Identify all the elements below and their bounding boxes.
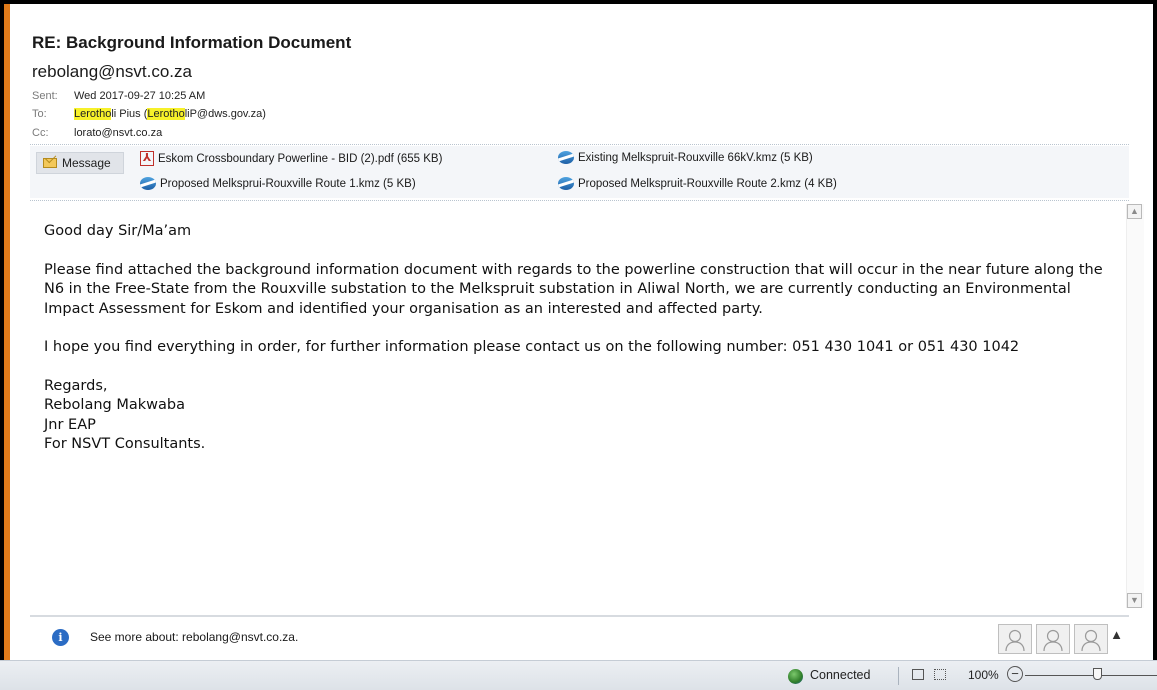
- email-reading-pane: RE: Background Information Document rebo…: [0, 0, 1157, 664]
- person-avatar[interactable]: [1074, 624, 1108, 654]
- attachment-item[interactable]: Proposed Melkspruit-Rouxville Route 2.km…: [558, 177, 837, 190]
- person-avatar[interactable]: [1036, 624, 1070, 654]
- signature-line: Rebolang Makwaba: [44, 397, 185, 413]
- chevron-up-icon[interactable]: ▲: [1110, 627, 1123, 642]
- sent-row: Sent: Wed 2017-09-27 10:25 AM: [32, 90, 205, 102]
- message-tab-label: Message: [62, 156, 111, 170]
- vertical-scrollbar[interactable]: ▲ ▼: [1126, 204, 1144, 608]
- attachment-item[interactable]: Proposed Melksprui-Rouxville Route 1.kmz…: [140, 177, 416, 190]
- to-recipient[interactable]: Lerotholi Pius (LerotholiP@dws.gov.za): [74, 108, 266, 120]
- sent-value: Wed 2017-09-27 10:25 AM: [74, 90, 206, 102]
- zoom-slider-thumb[interactable]: [1093, 668, 1102, 680]
- connection-icon: [788, 669, 803, 684]
- cc-value[interactable]: lorato@nsvt.co.za: [74, 127, 162, 139]
- email-subject: RE: Background Information Document: [32, 33, 352, 52]
- message-tab[interactable]: Message: [36, 152, 124, 174]
- signature-line: Jnr EAP: [44, 416, 96, 433]
- globe-icon: [140, 177, 156, 190]
- email-sender[interactable]: rebolang@nsvt.co.za: [32, 62, 192, 82]
- attachment-item[interactable]: Existing Melkspruit-Rouxville 66kV.kmz (…: [558, 151, 813, 164]
- attachment-name: Proposed Melksprui-Rouxville Route 1.kmz…: [160, 177, 416, 190]
- divider: [30, 144, 1129, 145]
- to-email-rest: liP@dws.gov.za): [184, 108, 266, 120]
- attachments-bar: Message ⅄ Eskom Crossboundary Powerline …: [30, 146, 1129, 198]
- cc-row: Cc: lorato@nsvt.co.za: [32, 127, 162, 139]
- body-greeting: Good day Sir/Ma’am: [44, 223, 192, 239]
- attachment-name: Existing Melkspruit-Rouxville 66kV.kmz (…: [578, 151, 813, 164]
- divider: [30, 200, 1129, 201]
- attachment-name: Eskom Crossboundary Powerline - BID (2).…: [158, 152, 443, 165]
- zoom-level[interactable]: 100%: [968, 668, 999, 682]
- signature-line: For NSVT Consultants.: [44, 436, 206, 452]
- envelope-icon: [43, 158, 57, 168]
- connection-status: Connected: [810, 668, 871, 682]
- globe-icon: [558, 177, 574, 190]
- attachment-item[interactable]: ⅄ Eskom Crossboundary Powerline - BID (2…: [140, 151, 442, 166]
- signature-line: Regards,: [44, 377, 108, 394]
- status-bar: Connected 100% −: [0, 660, 1157, 690]
- reading-view-icon[interactable]: [934, 669, 946, 680]
- zoom-out-button[interactable]: −: [1007, 666, 1023, 682]
- to-name-rest: li Pius (: [111, 108, 148, 120]
- scroll-down-icon[interactable]: ▼: [1127, 593, 1142, 608]
- pdf-icon: ⅄: [140, 151, 154, 166]
- to-label: To:: [32, 108, 47, 120]
- to-name-highlight: Lerotho: [74, 108, 112, 120]
- email-body: Good day Sir/Ma’am Please find attached …: [44, 222, 1104, 455]
- zoom-slider[interactable]: [1025, 675, 1157, 676]
- cc-label: Cc:: [32, 127, 49, 139]
- body-paragraph: I hope you find everything in order, for…: [44, 339, 1020, 355]
- people-pane: i See more about: rebolang@nsvt.co.za. ▲: [30, 617, 1129, 662]
- body-paragraph: Please find attached the background info…: [44, 261, 1103, 317]
- scroll-up-icon[interactable]: ▲: [1127, 204, 1142, 219]
- to-row: To: Lerotholi Pius (LerotholiP@dws.gov.za…: [32, 108, 266, 120]
- attachment-name: Proposed Melkspruit-Rouxville Route 2.km…: [578, 177, 837, 190]
- to-email-highlight: Lerotho: [147, 108, 185, 120]
- globe-icon: [558, 151, 574, 164]
- info-icon: i: [52, 629, 69, 646]
- sent-label: Sent:: [32, 90, 58, 102]
- person-avatar[interactable]: [998, 624, 1032, 654]
- divider: [898, 667, 899, 685]
- normal-view-icon[interactable]: [912, 669, 924, 680]
- see-more-link[interactable]: See more about: rebolang@nsvt.co.za.: [90, 630, 298, 644]
